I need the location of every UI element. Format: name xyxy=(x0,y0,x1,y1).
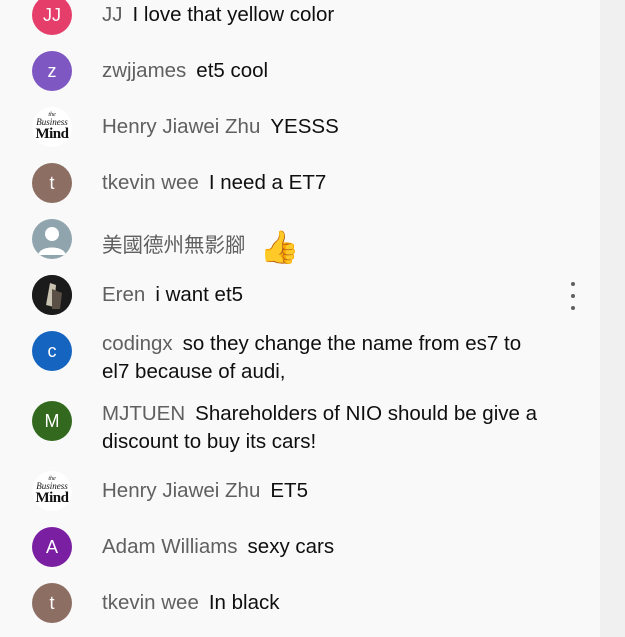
message-body: sexy cars xyxy=(247,535,335,558)
message-text: Adam Williams sexy cars xyxy=(102,533,550,561)
avatar-initials: z xyxy=(47,60,57,81)
more-options-icon[interactable] xyxy=(568,282,578,310)
thumbs-up-emoji: 👍 xyxy=(259,229,300,265)
profile-photo xyxy=(32,275,72,315)
live-chat-list: JJ JJ I love that yellow color z zwjjames… xyxy=(0,0,600,637)
message-text: 美國德州無影腳 👍 xyxy=(102,225,550,263)
avatar-initials: t xyxy=(49,592,55,613)
avatar-initials: c xyxy=(47,340,57,361)
message-body: I need a ET7 xyxy=(208,171,327,194)
logo-text: Mind xyxy=(35,126,69,142)
scrollbar-track[interactable] xyxy=(600,0,625,637)
logo-text: Mind xyxy=(35,490,69,506)
message-text: tkevin wee In black xyxy=(102,589,550,617)
message-body: i want et5 xyxy=(155,283,244,306)
message-body: ET5 xyxy=(270,479,308,502)
person-icon xyxy=(38,227,66,255)
author-name[interactable]: Henry Jiawei Zhu xyxy=(102,479,260,502)
message-text: zwjjames et5 cool xyxy=(102,57,550,85)
message-body: YESSS xyxy=(270,115,339,138)
dot xyxy=(571,282,575,286)
author-name[interactable]: codingx xyxy=(102,332,173,355)
avatar[interactable]: c xyxy=(32,331,72,371)
avatar-initials: t xyxy=(49,172,55,193)
avatar[interactable]: JJ xyxy=(32,0,72,35)
business-mind-logo-avatar[interactable]: the Business Mind xyxy=(32,471,72,511)
message-text: Henry Jiawei Zhu YESSS xyxy=(102,113,550,141)
author-name[interactable]: MJTUEN xyxy=(102,402,185,425)
dot xyxy=(571,294,575,298)
message-text: Henry Jiawei Zhu ET5 xyxy=(102,477,550,505)
avatar[interactable] xyxy=(32,219,72,259)
author-name[interactable]: Henry Jiawei Zhu xyxy=(102,115,260,138)
author-name[interactable]: 美國德州無影腳 xyxy=(102,234,246,257)
message-body: I love that yellow color xyxy=(132,3,335,26)
message-text: codingx so they change the name from es7 … xyxy=(102,330,550,386)
author-name[interactable]: JJ xyxy=(102,3,123,26)
avatar[interactable]: t xyxy=(32,163,72,203)
message-body: et5 cool xyxy=(196,59,269,82)
avatar[interactable]: t xyxy=(32,583,72,623)
avatar-initials: A xyxy=(45,536,58,557)
author-name[interactable]: tkevin wee xyxy=(102,591,199,614)
author-name[interactable]: Eren xyxy=(102,283,145,306)
message-text: tkevin wee I need a ET7 xyxy=(102,169,550,197)
author-name[interactable]: tkevin wee xyxy=(102,171,199,194)
message-text: MJTUEN Shareholders of NIO should be give… xyxy=(102,400,550,456)
author-name[interactable]: zwjjames xyxy=(102,59,186,82)
message-body: In black xyxy=(208,591,280,614)
avatar[interactable]: z xyxy=(32,51,72,91)
avatar[interactable]: M xyxy=(32,401,72,441)
message-text: JJ I love that yellow color xyxy=(102,1,550,29)
avatar[interactable] xyxy=(32,275,72,315)
dot xyxy=(571,306,575,310)
avatar-initials: JJ xyxy=(43,4,61,25)
business-mind-logo-avatar[interactable]: the Business Mind xyxy=(32,107,72,147)
avatar-initials: M xyxy=(44,410,60,431)
author-name[interactable]: Adam Williams xyxy=(102,535,238,558)
avatar[interactable]: A xyxy=(32,527,72,567)
message-text: Eren i want et5 xyxy=(102,281,550,309)
